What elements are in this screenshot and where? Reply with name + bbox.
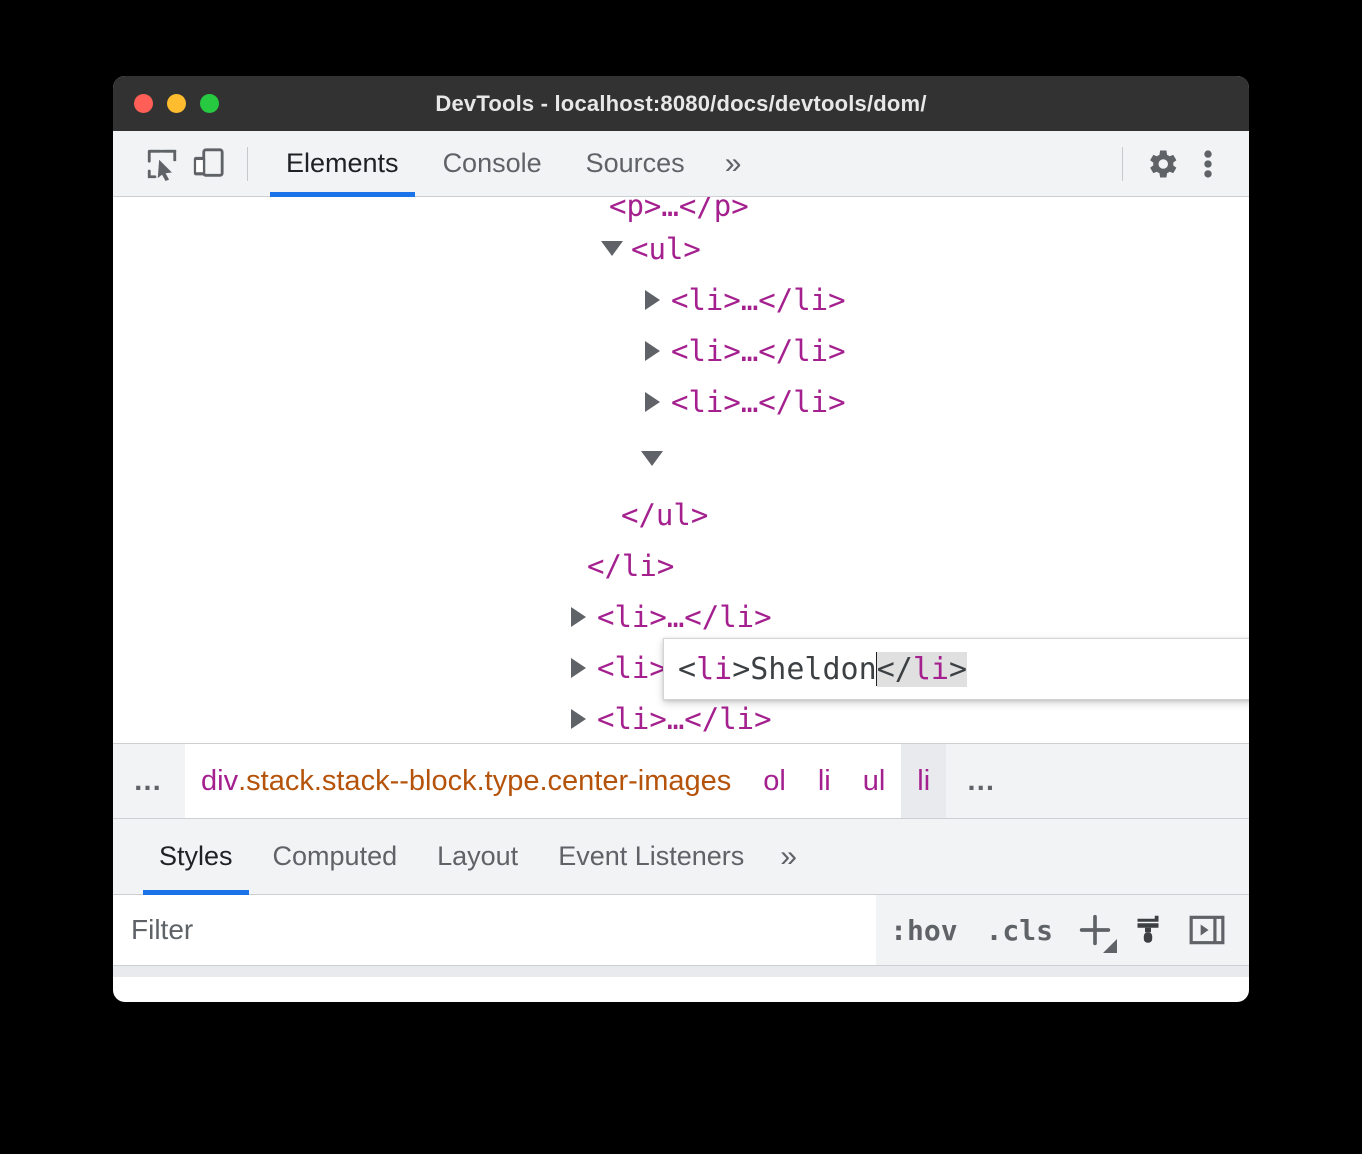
- styles-sidebar-tabs: Styles Computed Layout Event Listeners »: [113, 819, 1249, 895]
- kebab-menu-icon[interactable]: [1185, 141, 1231, 187]
- breadcrumb-item-ul[interactable]: ul: [846, 744, 902, 818]
- tab-sources[interactable]: Sources: [564, 131, 707, 196]
- panel-bottom-strip: [113, 965, 1249, 977]
- tab-elements[interactable]: Elements: [264, 131, 421, 197]
- paint-brush-icon[interactable]: [1123, 895, 1179, 965]
- dom-node-text: <li>…</li>: [597, 701, 772, 736]
- breadcrumb-classes: .stack.stack--block.type.center-images: [238, 764, 732, 797]
- dom-node-text: <p>…</p>: [609, 197, 749, 223]
- panel-tabs: Elements Console Sources »: [264, 131, 760, 197]
- tab-event-listeners[interactable]: Event Listeners: [538, 819, 764, 894]
- breadcrumb-tagname: li: [817, 764, 831, 797]
- window-titlebar: DevTools - localhost:8080/docs/devtools/…: [113, 76, 1249, 131]
- table-row[interactable]: <ul>: [113, 223, 1249, 274]
- breadcrumb-overflow-right-label: …: [966, 764, 999, 797]
- tab-event-listeners-label: Event Listeners: [558, 841, 745, 871]
- more-panels-label: »: [724, 146, 742, 180]
- device-toolbar-icon[interactable]: [185, 141, 231, 187]
- breadcrumb-tagname: div: [201, 764, 239, 797]
- toolbar-divider-right: [1122, 146, 1123, 181]
- table-row-editing[interactable]: [113, 427, 1249, 489]
- edit-close-gt: >: [948, 651, 967, 687]
- sidebar-toggle-icon[interactable]: [1179, 895, 1235, 965]
- table-row[interactable]: </li>: [113, 540, 1249, 591]
- table-row[interactable]: <li>…</li>: [113, 591, 1249, 642]
- screenshot-root: DevTools - localhost:8080/docs/devtools/…: [0, 0, 1362, 1154]
- toolbar-divider: [247, 146, 248, 181]
- tab-console-label: Console: [442, 148, 542, 178]
- breadcrumb-item-div[interactable]: div .stack.stack--block.type.center-image…: [185, 744, 748, 818]
- dom-row-clipped[interactable]: <p>…</p>: [113, 197, 1249, 223]
- breadcrumb-tagname: ol: [763, 764, 786, 797]
- traffic-light-buttons: [113, 94, 219, 113]
- gear-icon[interactable]: [1139, 141, 1185, 187]
- tab-console[interactable]: Console: [421, 131, 564, 196]
- more-sidebar-tabs-label: »: [780, 839, 797, 873]
- styles-filter-toolbar: :hov .cls: [113, 895, 1249, 965]
- dom-node-edit-input[interactable]: < li > Sheldon </li >: [663, 638, 1249, 700]
- minimize-window-button[interactable]: [167, 94, 186, 113]
- dom-node-text: </li>: [587, 548, 675, 583]
- chevron-down-icon[interactable]: [599, 241, 625, 256]
- tab-layout[interactable]: Layout: [417, 819, 538, 894]
- breadcrumb-overflow-left[interactable]: …: [113, 744, 185, 818]
- more-sidebar-tabs-icon[interactable]: »: [764, 840, 813, 874]
- chevron-right-icon[interactable]: [639, 289, 665, 310]
- table-row[interactable]: <li>…</li>: [113, 693, 1249, 743]
- edit-open-tagname: li: [696, 651, 733, 687]
- tab-sources-label: Sources: [585, 148, 685, 178]
- edit-text-content: Sheldon: [750, 651, 877, 687]
- toggle-hover-state-button[interactable]: :hov: [876, 895, 971, 965]
- tab-computed-label: Computed: [272, 841, 398, 871]
- dom-node-text: <li>…</li>: [671, 384, 846, 419]
- dom-tree-panel[interactable]: <p>…</p> <ul> <li>…</li> <li>…</li> <li>…: [113, 197, 1249, 743]
- breadcrumb-item-li[interactable]: li: [801, 744, 847, 818]
- devtools-window: DevTools - localhost:8080/docs/devtools/…: [113, 76, 1249, 1002]
- edit-close-bracket: </: [876, 651, 913, 687]
- breadcrumb-item-li-selected[interactable]: li: [901, 744, 947, 818]
- tab-styles-label: Styles: [159, 841, 233, 871]
- chevron-down-icon[interactable]: [639, 450, 665, 466]
- dom-node-text: <ul>: [631, 231, 701, 266]
- close-window-button[interactable]: [134, 94, 153, 113]
- chevron-right-icon[interactable]: [565, 657, 591, 678]
- plus-icon[interactable]: [1067, 895, 1123, 965]
- edit-close-tagname: li: [912, 651, 949, 687]
- tab-computed[interactable]: Computed: [253, 819, 418, 894]
- window-title: DevTools - localhost:8080/docs/devtools/…: [435, 90, 927, 116]
- chevron-right-icon[interactable]: [565, 708, 591, 729]
- edit-open-gt: >: [732, 651, 751, 687]
- breadcrumb-overflow-left-label: …: [133, 764, 165, 797]
- breadcrumb-item-ol[interactable]: ol: [747, 744, 802, 818]
- table-row[interactable]: </ul>: [113, 489, 1249, 540]
- hov-label: :hov: [890, 913, 958, 947]
- devtools-main-toolbar: Elements Console Sources »: [113, 131, 1249, 197]
- element-classes-button[interactable]: .cls: [972, 895, 1067, 965]
- breadcrumb-tagname: li: [917, 764, 931, 797]
- dom-node-text: <li>…</li>: [671, 333, 846, 368]
- breadcrumb-overflow-right[interactable]: …: [946, 744, 1018, 818]
- breadcrumb-tagname: ul: [862, 764, 886, 797]
- chevron-right-icon[interactable]: [639, 340, 665, 361]
- dom-node-text: </ul>: [621, 497, 709, 532]
- tab-layout-label: Layout: [437, 841, 519, 871]
- edit-open-bracket: <: [678, 651, 697, 687]
- table-row[interactable]: <li>…</li>: [113, 376, 1249, 427]
- tab-styles[interactable]: Styles: [139, 819, 253, 895]
- cls-label: .cls: [985, 913, 1053, 947]
- inspect-element-icon[interactable]: [139, 141, 185, 187]
- chevron-right-icon[interactable]: [639, 391, 665, 412]
- chevron-right-icon[interactable]: [565, 606, 591, 627]
- breadcrumb: … div .stack.stack--block.type.center-ima…: [113, 743, 1249, 819]
- table-row[interactable]: <li>…</li>: [113, 325, 1249, 376]
- search-input[interactable]: [113, 895, 877, 965]
- dom-node-text: <li>…</li>: [671, 282, 846, 317]
- table-row[interactable]: <li>…</li>: [113, 274, 1249, 325]
- more-panels-icon[interactable]: »: [707, 147, 760, 181]
- maximize-window-button[interactable]: [200, 94, 219, 113]
- tab-elements-label: Elements: [286, 148, 399, 178]
- dom-node-text: <li>…</li>: [597, 599, 772, 634]
